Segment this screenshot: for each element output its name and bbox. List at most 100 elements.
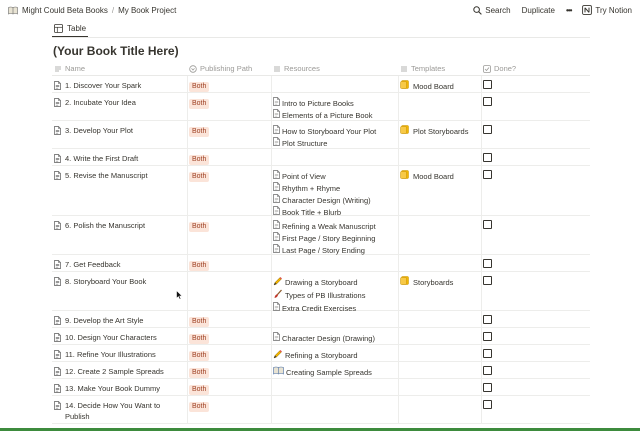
table-row: 6. Polish the Manuscript Both Refining a W… bbox=[52, 216, 590, 255]
resources-cell[interactable]: Drawing a Storyboard Types of PB Illustra… bbox=[273, 272, 365, 313]
resources-cell[interactable]: How to Storyboard Your Plot Plot Structur… bbox=[273, 121, 376, 148]
resource-link[interactable]: Creating Sample Spreads bbox=[273, 366, 372, 378]
template-link[interactable]: Plot Storyboards bbox=[400, 125, 468, 137]
publishing-path-cell[interactable]: Both bbox=[189, 166, 210, 215]
publishing-path-cell[interactable]: Both bbox=[189, 396, 210, 423]
column-header-done[interactable]: Done? bbox=[483, 64, 516, 73]
row-name-cell[interactable]: 7. Get Feedback bbox=[52, 255, 187, 271]
done-checkbox[interactable] bbox=[483, 332, 492, 341]
row-name-cell[interactable]: 14. Decide How You Want to Publish bbox=[52, 396, 187, 423]
resources-cell[interactable]: Intro to Picture Books Elements of a Pict… bbox=[273, 93, 372, 120]
resource-link[interactable]: Drawing a Storyboard bbox=[273, 276, 365, 289]
column-divider bbox=[187, 166, 188, 215]
done-checkbox[interactable] bbox=[483, 220, 492, 229]
publishing-path-cell[interactable]: Both bbox=[189, 362, 210, 378]
done-checkbox[interactable] bbox=[483, 315, 492, 324]
done-checkbox[interactable] bbox=[483, 259, 492, 268]
column-divider bbox=[398, 216, 399, 254]
publishing-path-cell[interactable]: Both bbox=[189, 345, 210, 361]
done-checkbox[interactable] bbox=[483, 170, 492, 179]
column-header-resources[interactable]: Resources bbox=[273, 64, 320, 73]
row-name-cell[interactable]: 2. Incubate Your Idea bbox=[52, 93, 187, 120]
column-divider bbox=[398, 149, 399, 165]
resource-title: Refining a Weak Manuscript bbox=[282, 221, 376, 231]
publishing-path-cell[interactable]: Both bbox=[189, 76, 210, 92]
column-header-name[interactable]: Name bbox=[54, 64, 85, 73]
row-name-cell[interactable]: 11. Refine Your Illustrations bbox=[52, 345, 187, 361]
row-name-cell[interactable]: 12. Create 2 Sample Spreads bbox=[52, 362, 187, 378]
duplicate-button[interactable]: Duplicate bbox=[522, 6, 555, 15]
resource-link[interactable]: Plot Structure bbox=[273, 137, 376, 149]
resource-link[interactable]: Character Design (Drawing) bbox=[273, 332, 375, 344]
publishing-path-cell[interactable]: Both bbox=[189, 93, 210, 120]
templates-cell[interactable]: Mood Board bbox=[400, 166, 454, 215]
row-name-cell[interactable]: 6. Polish the Manuscript bbox=[52, 216, 187, 254]
resource-link[interactable]: Elements of a Picture Book bbox=[273, 109, 372, 121]
resources-cell[interactable]: Character Design (Drawing) bbox=[273, 328, 375, 344]
publishing-path-cell[interactable]: Both bbox=[189, 311, 210, 327]
column-header-publishing-path[interactable]: Publishing Path bbox=[189, 64, 252, 73]
done-checkbox[interactable] bbox=[483, 80, 492, 89]
resources-cell[interactable]: Creating Sample Spreads bbox=[273, 362, 372, 378]
done-checkbox[interactable] bbox=[483, 276, 492, 285]
publishing-path-cell[interactable]: Both bbox=[189, 328, 210, 344]
resource-link[interactable]: Types of PB Illustrations bbox=[273, 289, 365, 302]
done-checkbox[interactable] bbox=[483, 400, 492, 409]
resource-link[interactable]: How to Storyboard Your Plot bbox=[273, 125, 376, 137]
row-name-cell[interactable]: 8. Storyboard Your Book bbox=[52, 272, 187, 310]
resources-cell[interactable]: Refining a Weak Manuscript First Page / S… bbox=[273, 216, 376, 255]
resource-link[interactable]: Rhythm + Rhyme bbox=[273, 182, 371, 194]
row-name-cell[interactable]: 10. Design Your Characters bbox=[52, 328, 187, 344]
row-name-cell[interactable]: 13. Make Your Book Dummy bbox=[52, 379, 187, 395]
page-doc-icon bbox=[54, 98, 61, 120]
row-name-cell[interactable]: 3. Develop Your Plot bbox=[52, 121, 187, 148]
search-button[interactable]: Search bbox=[473, 6, 511, 15]
resource-link[interactable]: Point of View bbox=[273, 170, 371, 182]
row-name-cell[interactable]: 4. Write the First Draft bbox=[52, 149, 187, 165]
try-notion-button[interactable]: Try Notion bbox=[582, 5, 632, 15]
publishing-path-cell[interactable]: Both bbox=[189, 149, 210, 165]
breadcrumb-workspace[interactable]: Might Could Beta Books bbox=[22, 6, 108, 15]
column-header-templates[interactable]: Templates bbox=[400, 64, 445, 73]
resources-cell[interactable]: Point of View Rhythm + Rhyme Character Des… bbox=[273, 166, 371, 217]
done-checkbox[interactable] bbox=[483, 97, 492, 106]
templates-cell[interactable]: Mood Board bbox=[400, 76, 454, 92]
resource-link[interactable]: Refining a Weak Manuscript bbox=[273, 220, 376, 232]
row-title: 14. Decide How You Want to Publish bbox=[65, 401, 161, 421]
publishing-path-cell[interactable]: Both bbox=[189, 255, 210, 271]
resource-link[interactable]: Refining a Storyboard bbox=[273, 349, 358, 362]
publishing-path-cell[interactable]: Both bbox=[189, 121, 210, 148]
page-doc-icon bbox=[54, 277, 61, 310]
column-divider bbox=[187, 311, 188, 327]
more-options-icon[interactable]: ••• bbox=[566, 6, 572, 15]
template-link[interactable]: Mood Board bbox=[400, 170, 454, 182]
tab-table-view[interactable]: Table bbox=[52, 20, 89, 38]
template-link[interactable]: Mood Board bbox=[400, 80, 454, 92]
resource-link[interactable]: Intro to Picture Books bbox=[273, 97, 372, 109]
row-name-cell[interactable]: 5. Revise the Manuscript bbox=[52, 166, 187, 215]
resource-link[interactable]: Character Design (Writing) bbox=[273, 194, 371, 206]
row-name-cell[interactable]: 1. Discover Your Spark bbox=[52, 76, 187, 92]
page-doc-icon bbox=[54, 401, 61, 423]
publishing-path-tag: Both bbox=[189, 261, 210, 271]
done-checkbox[interactable] bbox=[483, 383, 492, 392]
row-name-cell[interactable]: 9. Develop the Art Style bbox=[52, 311, 187, 327]
publishing-path-cell[interactable]: Both bbox=[189, 216, 210, 254]
column-divider bbox=[481, 76, 482, 92]
templates-cell[interactable]: Plot Storyboards bbox=[400, 121, 468, 148]
done-checkbox[interactable] bbox=[483, 125, 492, 134]
resource-link[interactable]: First Page / Story Beginning bbox=[273, 232, 376, 244]
template-link[interactable]: Storyboards bbox=[400, 276, 453, 288]
done-checkbox[interactable] bbox=[483, 153, 492, 162]
resource-title: Types of PB Illustrations bbox=[285, 291, 366, 300]
mouse-pointer-icon bbox=[176, 290, 183, 300]
page-title[interactable]: (Your Book Title Here) bbox=[53, 44, 179, 58]
done-checkbox[interactable] bbox=[483, 349, 492, 358]
done-checkbox[interactable] bbox=[483, 366, 492, 375]
publishing-path-cell[interactable]: Both bbox=[189, 379, 210, 395]
resources-cell[interactable]: Refining a Storyboard bbox=[273, 345, 358, 361]
templates-cell[interactable]: Storyboards bbox=[400, 272, 453, 310]
breadcrumb-page[interactable]: My Book Project bbox=[118, 6, 176, 15]
publishing-path-tag: Both bbox=[189, 82, 210, 92]
database-table: Name Publishing Path Resources Templates… bbox=[52, 62, 590, 424]
